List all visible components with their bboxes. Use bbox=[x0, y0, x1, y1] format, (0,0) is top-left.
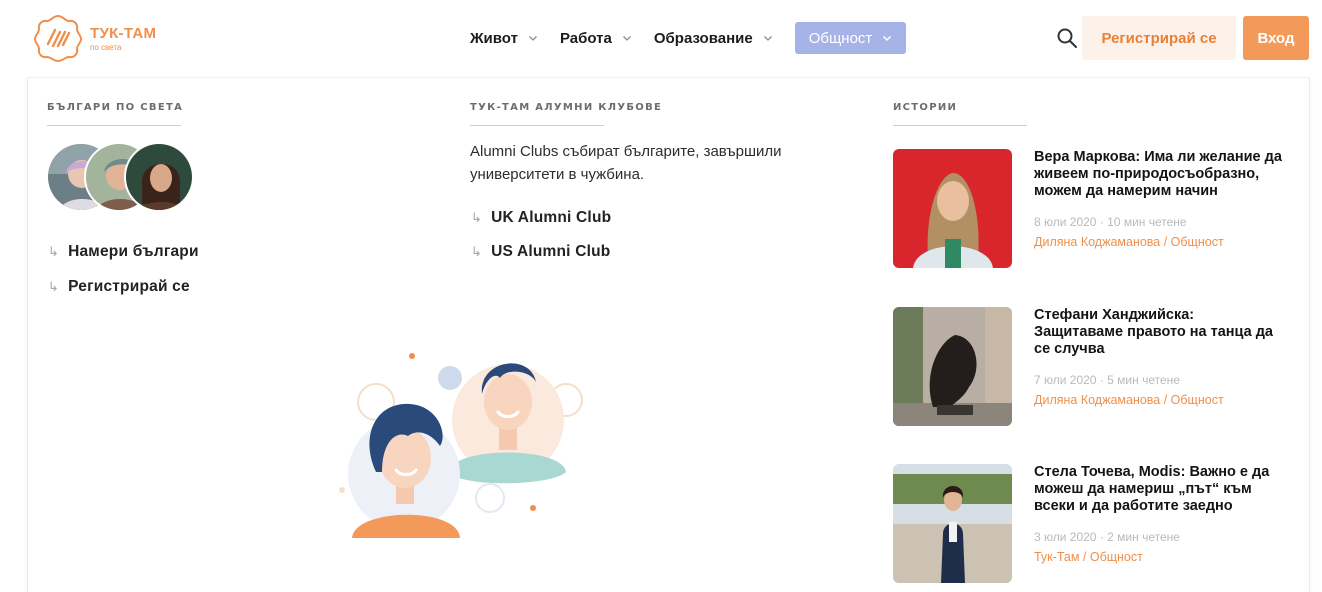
story-thumbnail bbox=[893, 149, 1012, 268]
alumni-clubs-heading: ТУК-ТАМ АЛУМНИ КЛУБОВЕ bbox=[470, 102, 663, 113]
nav-item-obrazovanie[interactable]: Образование bbox=[654, 22, 773, 54]
find-bulgarians-link[interactable]: ↳ Намери българи bbox=[48, 243, 199, 261]
avatar bbox=[124, 142, 194, 212]
arrow-icon: ↳ bbox=[471, 210, 483, 225]
alumni-description: Alumni Clubs събират българите, завършил… bbox=[470, 143, 782, 183]
story-title: Стефани Ханджийска: Защитаваме правото н… bbox=[1034, 307, 1273, 357]
chevron-down-icon bbox=[622, 36, 631, 41]
chevron-down-icon bbox=[528, 36, 537, 41]
heading-divider bbox=[47, 125, 181, 126]
story-title: Стела Точева, Modis: Важно е да можеш да… bbox=[1034, 464, 1270, 514]
uk-alumni-club-link[interactable]: ↳ UK Alumni Club bbox=[471, 209, 611, 227]
nav-item-label: Живот bbox=[470, 29, 518, 47]
arrow-icon: ↳ bbox=[48, 244, 60, 259]
main-nav: Живот Работа Образование Общност bbox=[470, 22, 907, 54]
nav-item-obshtnost[interactable]: Общност bbox=[794, 22, 907, 54]
site-header: ТУК-ТАМ по света Живот Работа Образовани… bbox=[0, 0, 1322, 76]
logo-tagline: по света bbox=[90, 42, 122, 52]
bulgarians-abroad-heading: БЪЛГАРИ ПО СВЕТА bbox=[47, 102, 184, 113]
link-label: Регистрирай се bbox=[68, 278, 190, 295]
story-title: Вера Маркова: Има ли желание да живеем п… bbox=[1034, 149, 1282, 199]
link-label: Намери българи bbox=[68, 243, 199, 260]
story-meta: 3 юли 2020 · 2 мин четене bbox=[1034, 530, 1180, 544]
stories-heading: ИСТОРИИ bbox=[893, 102, 958, 113]
story-card[interactable]: Стефани Ханджийска: Защитаваме правото н… bbox=[893, 307, 1293, 427]
heading-divider bbox=[470, 125, 604, 126]
link-label: UK Alumni Club bbox=[491, 209, 612, 226]
us-alumni-club-link[interactable]: ↳ US Alumni Club bbox=[471, 243, 610, 261]
nav-item-label: Общност bbox=[808, 29, 873, 47]
login-button[interactable]: Вход bbox=[1243, 16, 1309, 60]
heading-divider bbox=[893, 125, 1027, 126]
story-meta: 8 юли 2020 · 10 мин четене bbox=[1034, 215, 1187, 229]
nav-item-rabota[interactable]: Работа bbox=[560, 22, 632, 54]
story-thumbnail bbox=[893, 464, 1012, 583]
story-card[interactable]: Стела Точева, Modis: Важно е да можеш да… bbox=[893, 464, 1293, 584]
chevron-down-icon bbox=[883, 35, 892, 42]
arrow-icon: ↳ bbox=[48, 279, 60, 294]
story-author[interactable]: Диляна Коджаманова / Общност bbox=[1034, 235, 1224, 249]
story-card[interactable]: Вера Маркова: Има ли желание да живеем п… bbox=[893, 149, 1293, 269]
register-link[interactable]: ↳ Регистрирай се bbox=[48, 278, 190, 296]
logo-title: ТУК-ТАМ bbox=[90, 24, 157, 42]
search-icon[interactable] bbox=[1055, 26, 1079, 50]
nav-item-zhivot[interactable]: Живот bbox=[470, 22, 538, 54]
register-button[interactable]: Регистрирай се bbox=[1082, 16, 1236, 60]
story-meta: 7 юли 2020 · 5 мин четене bbox=[1034, 373, 1180, 387]
nav-item-label: Образование bbox=[653, 29, 753, 47]
story-thumbnail bbox=[893, 307, 1012, 426]
chevron-down-icon bbox=[763, 36, 772, 41]
site-logo[interactable]: ТУК-ТАМ по света bbox=[32, 12, 156, 64]
link-label: US Alumni Club bbox=[491, 243, 611, 260]
community-illustration bbox=[339, 353, 583, 538]
story-author[interactable]: Тук-Там / Общност bbox=[1034, 550, 1143, 564]
member-avatars bbox=[46, 142, 196, 216]
story-author[interactable]: Диляна Коджаманова / Общност bbox=[1034, 393, 1224, 407]
nav-item-label: Работа bbox=[559, 29, 612, 47]
logo-flower-icon bbox=[33, 14, 83, 63]
arrow-icon: ↳ bbox=[471, 244, 483, 259]
